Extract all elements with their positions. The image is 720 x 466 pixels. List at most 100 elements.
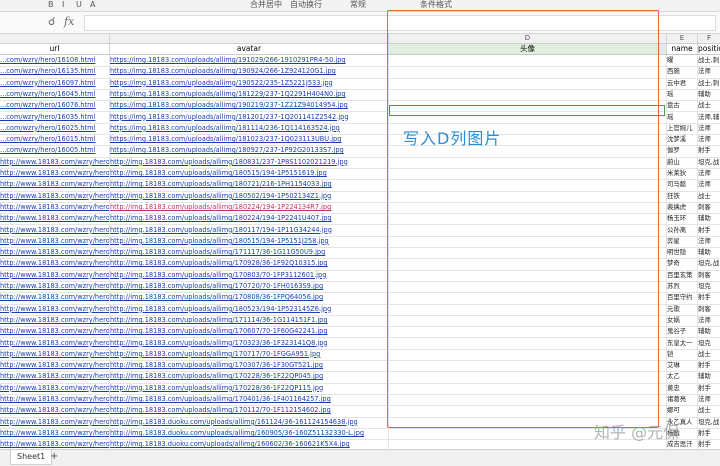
position-cell[interactable]: 法师 bbox=[698, 236, 720, 247]
avatar-cell[interactable]: http://img.18183.com/uploads/allimg/1801… bbox=[110, 224, 389, 236]
position-cell[interactable]: 辅助 bbox=[698, 89, 720, 100]
url-cell[interactable]: ...com/wzry/hero/16045.html bbox=[0, 88, 110, 101]
name-cell[interactable]: 苏烈 bbox=[667, 281, 698, 293]
header-avatar[interactable]: avatar bbox=[110, 44, 389, 54]
position-cell[interactable]: 战士 bbox=[698, 191, 720, 202]
position-cell[interactable]: 法师 bbox=[698, 168, 720, 179]
zoom-icon[interactable]: ☌ bbox=[48, 15, 55, 28]
position-cell[interactable]: 法师 bbox=[698, 394, 720, 405]
url-cell[interactable]: http://www.18183.com/wzry/hero/15549.htm… bbox=[0, 281, 110, 293]
position-cell[interactable]: 辅助 bbox=[698, 247, 720, 258]
add-sheet-button[interactable]: + bbox=[50, 450, 58, 464]
avatar-cell[interactable]: https://img.18183.com/uploads/allimg/190… bbox=[110, 77, 389, 89]
url-cell[interactable]: http://www.18183.com/wzry/hero/15772.htm… bbox=[0, 224, 110, 236]
url-cell[interactable]: ...com/wzry/hero/16035.html bbox=[0, 111, 110, 123]
name-cell[interactable]: 明世隐 bbox=[667, 247, 698, 259]
avatar-cell[interactable]: http://img.18183.com/uploads/allimg/1707… bbox=[110, 348, 389, 361]
avatar-cell[interactable]: http://img.18183.com/uploads/allimg/1702… bbox=[110, 371, 389, 383]
name-cell[interactable]: 娜可 bbox=[667, 405, 698, 417]
avatar-cell[interactable]: http://img.18183.duoku.com/uploads/allim… bbox=[110, 416, 389, 428]
url-cell[interactable]: http://www.18183.com/wzry/hero/12551.htm… bbox=[0, 416, 110, 428]
position-cell[interactable]: 法师 bbox=[698, 134, 720, 145]
name-cell[interactable]: 云中君 bbox=[667, 77, 698, 89]
avatar-cell[interactable]: http://img.18183.com/uploads/allimg/1711… bbox=[110, 314, 389, 327]
avatar-cell[interactable]: http://img.18183.duoku.com/uploads/allim… bbox=[110, 427, 389, 440]
column-header-f[interactable]: F bbox=[698, 34, 720, 44]
name-cell[interactable]: 弈星 bbox=[667, 235, 698, 248]
position-cell[interactable]: 射手 bbox=[698, 360, 720, 371]
header-name[interactable]: name bbox=[667, 44, 698, 54]
position-cell[interactable]: 坦克,战 bbox=[698, 157, 720, 168]
name-cell[interactable]: 艾琳 bbox=[667, 360, 698, 372]
name-cell[interactable]: 上官婉儿 bbox=[667, 122, 698, 135]
avatar-cell[interactable]: http://img.18183.com/uploads/allimg/1703… bbox=[110, 337, 389, 349]
avatar-cell[interactable]: http://img.18183.com/uploads/allimg/1709… bbox=[110, 258, 389, 270]
avatar-cell[interactable]: http://img.18183.com/uploads/allimg/1701… bbox=[110, 405, 389, 417]
name-cell[interactable]: 杨玉环 bbox=[667, 213, 698, 225]
position-cell[interactable]: 坦克,战 bbox=[698, 258, 720, 269]
url-cell[interactable]: http://www.18183.com/wzry/hero/15783.htm… bbox=[0, 213, 110, 225]
url-cell[interactable]: http://www.18183.com/wzry/hero/15462.htm… bbox=[0, 303, 110, 315]
name-cell[interactable]: 蔚山 bbox=[667, 156, 698, 168]
avatar-cell[interactable]: http://img.18183.com/uploads/allimg/1704… bbox=[110, 394, 389, 406]
avatar-cell[interactable]: http://img.18183.com/uploads/allimg/1711… bbox=[110, 247, 389, 259]
name-cell[interactable]: 司马懿 bbox=[667, 179, 698, 191]
header-position[interactable]: positio bbox=[698, 44, 720, 54]
name-cell[interactable]: 铠 bbox=[667, 348, 698, 361]
url-cell[interactable]: http://www.18183.com/wzry/hero/13255.htm… bbox=[0, 337, 110, 349]
position-cell[interactable]: 射手 bbox=[698, 428, 720, 439]
url-cell[interactable]: ...com/wzry/hero/16097.html bbox=[0, 77, 110, 89]
avatar-cell[interactable]: http://img.18183.com/uploads/allimg/1805… bbox=[110, 168, 389, 180]
position-cell[interactable]: 法师 bbox=[698, 123, 720, 134]
avatar-cell[interactable]: http://img.18183.com/uploads/allimg/1702… bbox=[110, 382, 389, 394]
avatar-cell[interactable]: https://img.18183.com/uploads/allimg/181… bbox=[110, 134, 389, 146]
position-cell[interactable]: 射手 bbox=[698, 292, 720, 303]
position-cell[interactable]: 战士 bbox=[698, 100, 720, 111]
avatar-cell[interactable]: http://img.18183.com/uploads/allimg/1805… bbox=[110, 235, 389, 248]
avatar-cell[interactable]: https://img.18183.com/uploads/allimg/190… bbox=[110, 100, 389, 112]
url-cell[interactable]: http://www.18183.com/wzry/hero/15450.htm… bbox=[0, 314, 110, 327]
avatar-cell[interactable]: https://img.18183.com/uploads/allimg/190… bbox=[110, 66, 389, 78]
position-cell[interactable]: 辅助 bbox=[698, 326, 720, 337]
url-cell[interactable]: http://www.18183.com/wzry/hero/15987.htm… bbox=[0, 156, 110, 168]
avatar-cell[interactable]: http://img.18183.com/uploads/allimg/1706… bbox=[110, 326, 389, 338]
name-cell[interactable]: 盘古 bbox=[667, 100, 698, 112]
name-cell[interactable]: 东皇太一 bbox=[667, 337, 698, 349]
url-cell[interactable]: http://www.18183.com/wzry/hero/15838.htm… bbox=[0, 168, 110, 180]
name-cell[interactable]: 曜 bbox=[667, 55, 698, 67]
url-cell[interactable]: http://www.18183.com/wzry/hero/15567.htm… bbox=[0, 269, 110, 281]
url-cell[interactable]: ...com/wzry/hero/16015.html bbox=[0, 134, 110, 146]
url-cell[interactable]: http://www.18183.com/wzry/hero/13091.htm… bbox=[0, 371, 110, 383]
name-cell[interactable]: 西施 bbox=[667, 66, 698, 78]
url-cell[interactable]: http://www.18183.com/wzry/hero/13141.htm… bbox=[0, 360, 110, 372]
name-cell[interactable]: 伽罗 bbox=[667, 145, 698, 157]
position-cell[interactable]: 射手 bbox=[698, 145, 720, 156]
url-cell[interactable]: http://www.18183.com/wzry/hero/15595.htm… bbox=[0, 258, 110, 270]
avatar-cell[interactable]: http://img.18183.com/uploads/allimg/1807… bbox=[110, 179, 389, 191]
url-cell[interactable]: http://www.18183.com/wzry/hero/15750.htm… bbox=[0, 235, 110, 248]
toolbar-item[interactable]: 合并居中 bbox=[250, 0, 282, 10]
name-cell[interactable]: 公孙离 bbox=[667, 224, 698, 236]
avatar-cell[interactable]: http://img.18183.com/uploads/allimg/1708… bbox=[110, 292, 389, 304]
toolbar-item[interactable]: 常规 bbox=[350, 0, 366, 10]
name-cell[interactable]: 太乙 bbox=[667, 371, 698, 383]
name-cell[interactable]: 黄忠 bbox=[667, 382, 698, 394]
avatar-cell[interactable]: http://img.18183.com/uploads/allimg/1802… bbox=[110, 213, 389, 225]
name-cell[interactable]: 诸葛亮 bbox=[667, 394, 698, 406]
position-cell[interactable]: 射手 bbox=[698, 383, 720, 394]
position-cell[interactable]: 法师 bbox=[698, 66, 720, 77]
avatar-cell[interactable]: http://img.18183.com/uploads/allimg/1708… bbox=[110, 269, 389, 281]
position-cell[interactable]: 战士,刺 bbox=[698, 55, 720, 66]
avatar-cell[interactable]: https://img.18183.com/uploads/allimg/181… bbox=[110, 122, 389, 135]
position-cell[interactable]: 坦克 bbox=[698, 281, 720, 292]
name-cell[interactable]: 鬼谷子 bbox=[667, 326, 698, 338]
position-cell[interactable]: 刺客 bbox=[698, 270, 720, 281]
column-header-b[interactable] bbox=[0, 34, 110, 44]
position-cell[interactable]: 法师 bbox=[698, 179, 720, 190]
toolbar-item[interactable]: B bbox=[48, 0, 54, 10]
name-cell[interactable]: 瑶 bbox=[667, 88, 698, 101]
toolbar-item[interactable]: I bbox=[62, 0, 64, 10]
url-cell[interactable]: ...com/wzry/hero/16005.html bbox=[0, 145, 110, 157]
avatar-cell[interactable]: http://img.18183.com/uploads/allimg/1805… bbox=[110, 190, 389, 202]
sheet-tab[interactable]: Sheet1 bbox=[10, 450, 53, 465]
